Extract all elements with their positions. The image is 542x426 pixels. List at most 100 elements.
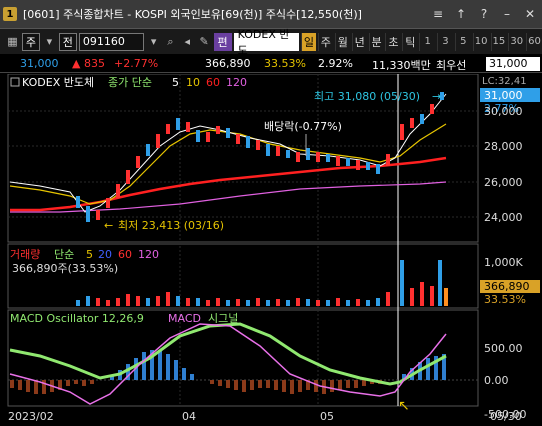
candle <box>186 122 190 132</box>
info-extra-pct: 2.92% <box>318 57 353 70</box>
vol-ma120-label: 120 <box>138 248 159 261</box>
candle <box>346 158 350 166</box>
candle <box>146 144 150 156</box>
ma120-label: 120 <box>226 76 247 89</box>
candle <box>96 210 100 220</box>
code-input[interactable]: 091160 <box>78 32 145 51</box>
info-vol-ratio: 33.53% <box>264 57 306 70</box>
y-tick-30000: 30,000 <box>484 105 523 118</box>
volume-current-label: 366,890주(33.53%) <box>12 262 118 275</box>
app-icon: 1 <box>3 7 17 21</box>
period-day[interactable]: 일 <box>301 32 316 51</box>
info-change-pct: +2.77% <box>114 57 159 70</box>
y-tick-28000: 28,000 <box>484 140 523 153</box>
macd-label: MACD <box>168 312 201 325</box>
y-tick-26000: 26,000 <box>484 176 523 189</box>
market-select[interactable]: 주 <box>21 32 40 51</box>
pin-icon[interactable]: ↑ <box>451 5 471 23</box>
search-icon[interactable]: ⌕ <box>163 34 178 50</box>
price-legend-ma: 종가 단순 <box>108 76 152 89</box>
period-year[interactable]: 년 <box>351 32 367 51</box>
info-price: 31,000 <box>20 57 59 70</box>
stock-name: KODEX 반도 <box>233 28 300 57</box>
candle <box>136 156 140 168</box>
x-label-end: 05/30 <box>490 410 522 423</box>
candle <box>366 162 370 170</box>
volume-y-tick: 1,000K <box>484 256 523 269</box>
candle <box>216 126 220 134</box>
vol-ma60-label: 60 <box>118 248 132 261</box>
low-annotation: 최저 23,413 (03/16) <box>118 219 224 232</box>
candle <box>206 132 210 142</box>
info-bar: 31,000 ▲ 835 +2.77% 366,890 33.53% 2.92%… <box>0 55 542 73</box>
minimize-button[interactable]: – <box>497 5 517 23</box>
candle <box>196 130 200 142</box>
candle <box>296 152 300 162</box>
candle <box>106 198 110 208</box>
candle <box>386 154 390 166</box>
candle <box>266 144 270 156</box>
candle <box>226 128 230 138</box>
period-week[interactable]: 주 <box>317 32 333 51</box>
interval-3[interactable]: 3 <box>437 32 453 51</box>
interval-60[interactable]: 60 <box>526 32 542 51</box>
candle <box>326 154 330 162</box>
interval-30[interactable]: 30 <box>508 32 524 51</box>
info-priority: 최우선 <box>436 59 467 72</box>
help-icon[interactable]: ? <box>474 5 494 23</box>
menu-icon[interactable]: ≡ <box>428 5 448 23</box>
candle <box>430 104 434 114</box>
candle <box>306 148 310 160</box>
search-dropdown-icon[interactable]: ▾ <box>146 34 161 50</box>
prev-button[interactable]: 전 <box>58 32 77 51</box>
x-label-04: 04 <box>182 410 196 423</box>
low-arrow-icon: ← <box>104 219 113 232</box>
candle <box>236 134 240 144</box>
candle <box>410 118 414 128</box>
interval-15[interactable]: 15 <box>490 32 507 51</box>
volume-legend-ma: 단순 <box>54 248 74 261</box>
interval-5[interactable]: 5 <box>454 32 471 51</box>
volume-current-value: 366,890 <box>484 280 530 293</box>
chart-svg[interactable]: KODEX 반도체 종가 단순 5 10 60 120 최고 31,080 (0… <box>0 73 542 423</box>
ma60-label: 60 <box>206 76 220 89</box>
lc-label: LC:32,41 <box>482 76 527 87</box>
speaker-icon[interactable]: ◂ <box>180 34 195 50</box>
y-tick-24000: 24,000 <box>484 211 523 224</box>
toolbar: ▦ 주 ▾ 전 091160 ▾ ⌕ ◂ ✎ 편 KODEX 반도 일 주 월 … <box>0 28 542 57</box>
close-button[interactable]: ✕ <box>520 5 540 23</box>
chevron-down-icon[interactable]: ▾ <box>42 34 57 50</box>
chart-area[interactable]: KODEX 반도체 종가 단순 5 10 60 120 최고 31,080 (0… <box>0 73 542 423</box>
period-tick[interactable]: 틱 <box>402 32 417 51</box>
ma5-label: 5 <box>172 76 179 89</box>
candle <box>126 170 130 184</box>
candle <box>336 156 340 166</box>
period-month[interactable]: 월 <box>334 32 350 51</box>
market-badge: 편 <box>213 32 232 51</box>
period-minute[interactable]: 분 <box>368 32 384 51</box>
interval-1[interactable]: 1 <box>419 32 435 51</box>
candle <box>400 124 404 140</box>
candle <box>420 114 424 124</box>
period-second[interactable]: 초 <box>385 32 400 51</box>
grid-icon[interactable]: ▦ <box>5 34 20 50</box>
current-price: 31,000 <box>484 89 523 102</box>
event-annotation: 배당락(-0.77%) <box>264 120 342 133</box>
candle <box>286 150 290 158</box>
window-title: [0601] 주식종합차트 - KOSPI 외국인보유[69(천)] 주식수[1… <box>23 8 362 21</box>
high-arrow-icon: → <box>432 90 441 103</box>
vol-ma5-label: 5 <box>86 248 93 261</box>
volume-panel[interactable] <box>7 243 479 309</box>
volume-legend-name: 거래량 <box>10 248 40 261</box>
interval-10[interactable]: 10 <box>472 32 489 51</box>
candle <box>246 136 250 148</box>
x-label-start: 2023/02 <box>8 410 54 423</box>
title-bar: 1 [0601] 주식종합차트 - KOSPI 외국인보유[69(천)] 주식수… <box>0 0 542 28</box>
x-label-05: 05 <box>320 410 334 423</box>
candle <box>86 206 90 222</box>
info-priority-price: 31,000 <box>486 57 540 71</box>
candle <box>166 124 170 134</box>
info-amount: 11,330백만 <box>372 59 431 72</box>
candle <box>156 134 160 148</box>
settings-icon[interactable]: ✎ <box>197 34 212 50</box>
